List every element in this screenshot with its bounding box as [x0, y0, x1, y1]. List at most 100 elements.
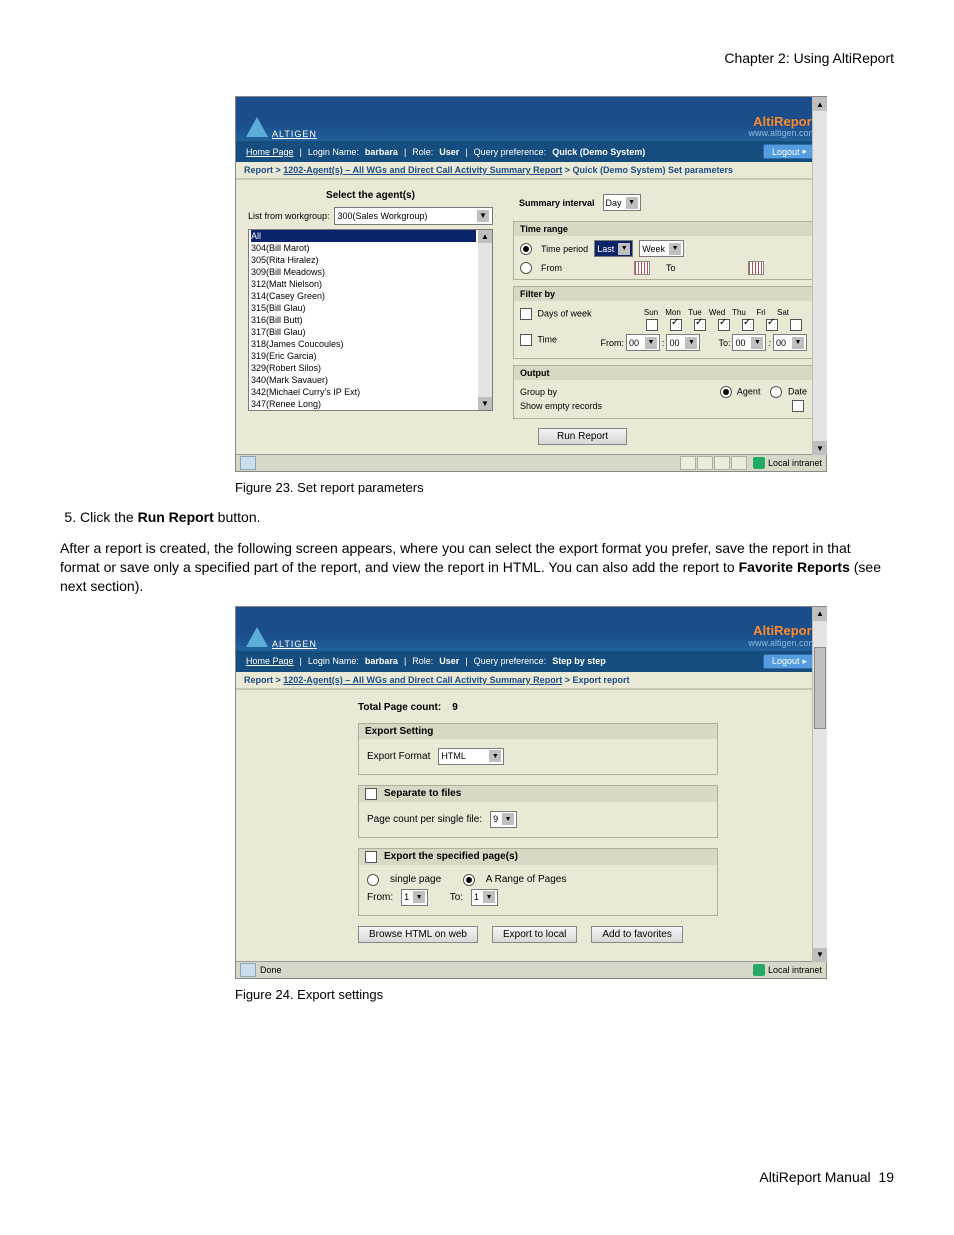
list-scroll-down-icon[interactable]: ▼	[478, 397, 492, 410]
time-to-hour-select[interactable]: 00▼	[732, 334, 766, 351]
step-list: Click the Run Report button.	[60, 509, 894, 525]
action-button-row: Browse HTML on web Export to local Add t…	[358, 926, 718, 943]
separate-files-checkbox[interactable]	[365, 788, 377, 800]
days-check-row	[641, 319, 807, 331]
scroll-up-icon[interactable]: ▲	[813, 97, 827, 111]
day-sat-checkbox[interactable]	[790, 319, 802, 331]
list-scroll-up-icon[interactable]: ▲	[478, 230, 492, 243]
list-item[interactable]: 316(Bill Butt)	[251, 314, 476, 326]
list-item[interactable]: All	[251, 230, 476, 242]
page-icon	[240, 456, 256, 470]
days-header: Sun Mon Tue Wed Thu Fri Sat	[641, 308, 807, 317]
chevron-down-icon: ▼	[626, 197, 638, 209]
day-thu-checkbox[interactable]	[742, 319, 754, 331]
range-from-value: 1	[404, 892, 409, 902]
time-period-last-select[interactable]: Last ▼	[594, 240, 633, 257]
select-agents-heading: Select the agent(s)	[248, 190, 493, 207]
export-local-button[interactable]: Export to local	[492, 926, 577, 943]
group-by-date-label: Date	[788, 386, 807, 396]
chevron-down-icon: ▼	[792, 337, 804, 349]
time-filter-checkbox[interactable]	[520, 334, 532, 346]
breadcrumb: Report > 1202-Agent(s) – All WGs and Dir…	[236, 162, 826, 180]
summary-interval-select[interactable]: Day ▼	[603, 194, 641, 211]
browse-html-button[interactable]: Browse HTML on web	[358, 926, 478, 943]
list-item[interactable]: 317(Bill Glau)	[251, 326, 476, 338]
status-done: Done	[260, 965, 282, 975]
figure-24-caption: Figure 24. Export settings	[235, 987, 894, 1002]
list-item[interactable]: 347(Renee Long)	[251, 398, 476, 410]
day-fri-checkbox[interactable]	[766, 319, 778, 331]
add-favorites-button[interactable]: Add to favorites	[591, 926, 682, 943]
day-wed-checkbox[interactable]	[718, 319, 730, 331]
group-by-date-radio[interactable]	[770, 386, 782, 398]
list-item[interactable]: 351(Melissa Fleming)	[251, 410, 476, 411]
crumb-prefix: Report >	[244, 165, 281, 175]
chevron-down-icon: ▼	[413, 891, 425, 903]
day-mon-checkbox[interactable]	[670, 319, 682, 331]
time-period-unit-select[interactable]: Week ▼	[639, 240, 684, 257]
role-label: Role:	[412, 147, 433, 157]
group-by-agent-radio[interactable]	[720, 386, 732, 398]
list-item[interactable]: 312(Matt Nielson)	[251, 278, 476, 290]
list-item[interactable]: 309(Bill Meadows)	[251, 266, 476, 278]
tp-unit-value: Week	[642, 244, 665, 254]
scrollbar-thumb[interactable]	[814, 647, 826, 729]
page-count-select[interactable]: 9 ▼	[490, 811, 517, 828]
export-format-select[interactable]: HTML ▼	[438, 748, 504, 765]
range-to-select[interactable]: 1 ▼	[471, 889, 498, 906]
show-empty-checkbox[interactable]	[792, 400, 804, 412]
time-from-min-select[interactable]: 00▼	[666, 334, 700, 351]
days-of-week-checkbox[interactable]	[520, 308, 532, 320]
home-link[interactable]: Home Page	[246, 147, 294, 157]
list-item[interactable]: 314(Casey Green)	[251, 290, 476, 302]
crumb-report-link[interactable]: 1202-Agent(s) – All WGs and Direct Call …	[283, 675, 562, 685]
group-by-label: Group by	[520, 387, 557, 397]
time-to-min-select[interactable]: 00▼	[773, 334, 807, 351]
agent-listbox[interactable]: ▲ ▼ All 304(Bill Marot) 305(Rita Hiralez…	[248, 229, 493, 411]
crumb-report-link[interactable]: 1202-Agent(s) – All WGs and Direct Call …	[283, 165, 562, 175]
list-item[interactable]: 305(Rita Hiralez)	[251, 254, 476, 266]
list-item[interactable]: 342(Michael Curry's IP Ext)	[251, 386, 476, 398]
window-scrollbar[interactable]: ▲ ▼	[812, 607, 827, 962]
list-item[interactable]: 340(Mark Savauer)	[251, 374, 476, 386]
single-page-radio[interactable]	[367, 874, 379, 886]
logo-text: ALTIGEN	[272, 129, 317, 139]
scroll-up-icon[interactable]: ▲	[813, 607, 827, 621]
from-date-radio[interactable]	[520, 262, 532, 274]
show-empty-label: Show empty records	[520, 401, 602, 411]
list-item[interactable]: 329(Robert Silos)	[251, 362, 476, 374]
total-pages-value: 9	[452, 702, 458, 713]
logout-button[interactable]: Logout ▸	[763, 654, 816, 669]
range-from-select[interactable]: 1 ▼	[401, 889, 428, 906]
list-item[interactable]: 304(Bill Marot)	[251, 242, 476, 254]
body-paragraph: After a report is created, the following…	[60, 539, 894, 596]
chapter-header: Chapter 2: Using AltiReport	[60, 50, 894, 66]
logout-label: Logout	[772, 147, 800, 157]
role-label: Role:	[412, 656, 433, 666]
specified-pages-checkbox[interactable]	[365, 851, 377, 863]
list-item[interactable]: 318(James Coucoules)	[251, 338, 476, 350]
login-value: barbara	[365, 656, 398, 666]
time-from-hour-select[interactable]: 00▼	[626, 334, 660, 351]
home-link[interactable]: Home Page	[246, 656, 294, 666]
list-item[interactable]: 315(Bill Glau)	[251, 302, 476, 314]
scroll-down-icon[interactable]: ▼	[813, 441, 827, 455]
calendar-icon[interactable]	[634, 261, 650, 275]
brand-url: www.altigen.com	[748, 639, 816, 649]
summary-interval-value: Day	[606, 198, 622, 208]
logout-button[interactable]: Logout ▸	[763, 144, 816, 159]
scroll-down-icon[interactable]: ▼	[813, 948, 827, 962]
workgroup-select[interactable]: 300(Sales Workgroup) ▼	[334, 207, 493, 225]
time-period-radio[interactable]	[520, 243, 532, 255]
run-report-button[interactable]: Run Report	[538, 428, 627, 445]
range-pages-radio[interactable]	[463, 874, 475, 886]
time-filter-label: Time	[537, 334, 557, 344]
day-tue-checkbox[interactable]	[694, 319, 706, 331]
figure-23-caption: Figure 23. Set report parameters	[235, 480, 894, 495]
day-sun-checkbox[interactable]	[646, 319, 658, 331]
window-scrollbar[interactable]: ▲ ▼	[812, 97, 827, 455]
time-from-label: From:	[600, 338, 624, 348]
list-item[interactable]: 319(Eric Garcia)	[251, 350, 476, 362]
list-scrollbar-track[interactable]	[478, 243, 492, 397]
calendar-icon[interactable]	[748, 261, 764, 275]
